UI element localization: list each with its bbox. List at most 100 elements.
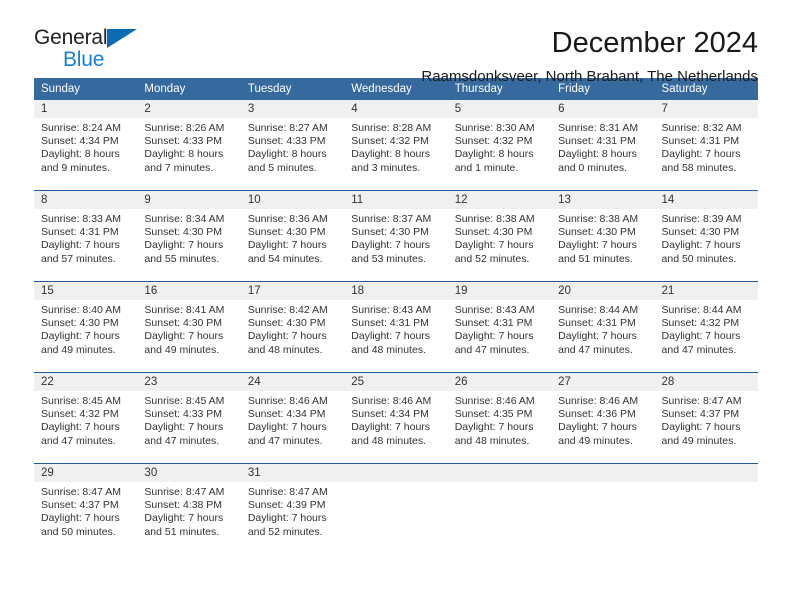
calendar-day[interactable]: 14 Sunrise: 8:39 AM Sunset: 4:30 PM Dayligh… xyxy=(654,191,758,281)
daylight-text-line2: and 50 minutes. xyxy=(661,252,737,265)
calendar-day[interactable]: 22 Sunrise: 8:45 AM Sunset: 4:32 PM Dayligh… xyxy=(34,373,138,463)
daylight-text-line1: Daylight: 8 hours xyxy=(41,148,120,161)
sunset-text: Sunset: 4:30 PM xyxy=(247,317,326,330)
calendar-cell xyxy=(447,463,552,554)
sunset-text: Sunset: 4:34 PM xyxy=(41,135,119,148)
day-sun-info: Sunrise: 8:36 AM Sunset: 4:30 PM Daylight:… xyxy=(241,209,344,266)
sunrise-text: Sunrise: 8:46 AM xyxy=(247,395,328,407)
day-sun-info xyxy=(448,482,551,486)
calendar-cell: 24 Sunrise: 8:46 AM Sunset: 4:34 PM Dayligh… xyxy=(240,372,345,464)
day-sun-info: Sunrise: 8:27 AM Sunset: 4:33 PM Daylight:… xyxy=(241,118,344,175)
calendar-cell: 7 Sunrise: 8:32 AM Sunset: 4:31 PM Daylight… xyxy=(654,100,758,191)
sunset-text: Sunset: 4:30 PM xyxy=(41,317,119,330)
sunset-text: Sunset: 4:32 PM xyxy=(351,135,429,148)
calendar-day[interactable]: 10 Sunrise: 8:36 AM Sunset: 4:30 PM Dayligh… xyxy=(240,191,345,281)
day-sun-info: Sunrise: 8:47 AM Sunset: 4:39 PM Daylight:… xyxy=(241,482,344,539)
day-number: 25 xyxy=(344,373,448,391)
daylight-text-line1: Daylight: 7 hours xyxy=(558,330,637,343)
calendar-day[interactable]: 18 Sunrise: 8:43 AM Sunset: 4:31 PM Dayligh… xyxy=(344,282,448,372)
sunrise-text: Sunrise: 8:45 AM xyxy=(144,395,225,407)
calendar-day[interactable]: 1 Sunrise: 8:24 AM Sunset: 4:34 PM Daylight… xyxy=(34,100,138,190)
sunset-text: Sunset: 4:33 PM xyxy=(144,135,223,148)
sunset-text: Sunset: 4:32 PM xyxy=(41,408,119,421)
day-number: 24 xyxy=(240,373,345,391)
day-sun-info: Sunrise: 8:47 AM Sunset: 4:37 PM Daylight:… xyxy=(34,482,137,539)
daylight-text-line2: and 52 minutes. xyxy=(454,252,530,265)
daylight-text-line1: Daylight: 7 hours xyxy=(247,421,327,434)
calendar-day[interactable]: 28 Sunrise: 8:47 AM Sunset: 4:37 PM Dayligh… xyxy=(654,373,758,463)
calendar-day[interactable]: 11 Sunrise: 8:37 AM Sunset: 4:30 PM Dayligh… xyxy=(344,191,448,281)
daylight-text-line1: Daylight: 7 hours xyxy=(558,239,637,252)
day-number: 11 xyxy=(344,191,448,209)
daylight-text-line2: and 50 minutes. xyxy=(41,525,116,538)
sunset-text: Sunset: 4:31 PM xyxy=(661,135,740,148)
calendar-day[interactable]: 7 Sunrise: 8:32 AM Sunset: 4:31 PM Daylight… xyxy=(654,100,758,190)
day-number: 17 xyxy=(240,282,345,300)
day-sun-info: Sunrise: 8:43 AM Sunset: 4:31 PM Daylight:… xyxy=(448,300,551,357)
calendar-day[interactable]: 19 Sunrise: 8:43 AM Sunset: 4:31 PM Dayligh… xyxy=(447,282,552,372)
calendar-day[interactable]: 25 Sunrise: 8:46 AM Sunset: 4:34 PM Dayligh… xyxy=(344,373,448,463)
calendar-day[interactable]: 20 Sunrise: 8:44 AM Sunset: 4:31 PM Dayligh… xyxy=(551,282,655,372)
sunrise-text: Sunrise: 8:40 AM xyxy=(41,304,121,316)
daylight-text-line1: Daylight: 7 hours xyxy=(351,330,431,343)
calendar-day[interactable]: 6 Sunrise: 8:31 AM Sunset: 4:31 PM Daylight… xyxy=(551,100,655,190)
calendar-day[interactable]: 8 Sunrise: 8:33 AM Sunset: 4:31 PM Daylight… xyxy=(34,191,138,281)
calendar-week-row: 29 Sunrise: 8:47 AM Sunset: 4:37 PM Dayligh… xyxy=(34,463,758,554)
calendar-cell: 25 Sunrise: 8:46 AM Sunset: 4:34 PM Dayligh… xyxy=(344,372,448,464)
day-sun-info: Sunrise: 8:44 AM Sunset: 4:32 PM Daylight:… xyxy=(655,300,758,357)
day-sun-info: Sunrise: 8:43 AM Sunset: 4:31 PM Daylight:… xyxy=(344,300,447,357)
day-sun-info xyxy=(551,482,654,486)
day-number: 8 xyxy=(34,191,138,209)
calendar-cell: 6 Sunrise: 8:31 AM Sunset: 4:31 PM Daylight… xyxy=(551,100,655,191)
day-number: 15 xyxy=(34,282,138,300)
calendar-day[interactable]: 31 Sunrise: 8:47 AM Sunset: 4:39 PM Dayligh… xyxy=(240,464,345,554)
day-number: 14 xyxy=(654,191,758,209)
sunrise-text: Sunrise: 8:42 AM xyxy=(247,304,328,316)
sunrise-text: Sunrise: 8:44 AM xyxy=(661,304,742,316)
calendar-cell: 17 Sunrise: 8:42 AM Sunset: 4:30 PM Dayligh… xyxy=(240,281,345,373)
daylight-text-line2: and 47 minutes. xyxy=(41,434,116,447)
sunset-text: Sunset: 4:34 PM xyxy=(351,408,429,421)
calendar-day[interactable]: 9 Sunrise: 8:34 AM Sunset: 4:30 PM Daylight… xyxy=(137,191,241,281)
general-blue-logo[interactable]: General Blue xyxy=(34,26,154,76)
day-number: 21 xyxy=(654,282,758,300)
calendar-day[interactable]: 13 Sunrise: 8:38 AM Sunset: 4:30 PM Dayligh… xyxy=(551,191,655,281)
sunset-text: Sunset: 4:32 PM xyxy=(454,135,533,148)
page-title: December 2024 xyxy=(551,27,758,59)
calendar-day[interactable]: 26 Sunrise: 8:46 AM Sunset: 4:35 PM Dayligh… xyxy=(447,373,552,463)
day-sun-info: Sunrise: 8:33 AM Sunset: 4:31 PM Daylight:… xyxy=(34,209,137,266)
daylight-text-line2: and 49 minutes. xyxy=(558,434,633,447)
daylight-text-line1: Daylight: 7 hours xyxy=(454,330,534,343)
day-sun-info: Sunrise: 8:32 AM Sunset: 4:31 PM Daylight:… xyxy=(655,118,758,175)
calendar-day[interactable]: 3 Sunrise: 8:27 AM Sunset: 4:33 PM Daylight… xyxy=(240,100,345,190)
daylight-text-line1: Daylight: 7 hours xyxy=(144,330,224,343)
day-sun-info: Sunrise: 8:46 AM Sunset: 4:34 PM Daylight:… xyxy=(241,391,344,448)
calendar-day[interactable]: 27 Sunrise: 8:46 AM Sunset: 4:36 PM Dayligh… xyxy=(551,373,655,463)
calendar-cell: 1 Sunrise: 8:24 AM Sunset: 4:34 PM Daylight… xyxy=(34,100,138,191)
calendar-day[interactable]: 5 Sunrise: 8:30 AM Sunset: 4:32 PM Daylight… xyxy=(447,100,552,190)
calendar-day[interactable]: 4 Sunrise: 8:28 AM Sunset: 4:32 PM Daylight… xyxy=(344,100,448,190)
calendar-day[interactable]: 30 Sunrise: 8:47 AM Sunset: 4:38 PM Dayligh… xyxy=(137,464,241,554)
calendar-cell: 2 Sunrise: 8:26 AM Sunset: 4:33 PM Daylight… xyxy=(137,100,241,191)
daylight-text-line2: and 51 minutes. xyxy=(558,252,633,265)
daylight-text-line1: Daylight: 8 hours xyxy=(247,148,327,161)
calendar-day[interactable]: 21 Sunrise: 8:44 AM Sunset: 4:32 PM Dayligh… xyxy=(654,282,758,372)
calendar-day[interactable]: 2 Sunrise: 8:26 AM Sunset: 4:33 PM Daylight… xyxy=(137,100,241,190)
calendar-day-empty xyxy=(654,464,758,554)
daylight-text-line1: Daylight: 7 hours xyxy=(247,330,327,343)
daylight-text-line1: Daylight: 7 hours xyxy=(661,421,741,434)
calendar-day[interactable]: 23 Sunrise: 8:45 AM Sunset: 4:33 PM Dayligh… xyxy=(137,373,241,463)
calendar-day[interactable]: 24 Sunrise: 8:46 AM Sunset: 4:34 PM Dayligh… xyxy=(240,373,345,463)
day-number: 12 xyxy=(447,191,552,209)
day-number: 4 xyxy=(344,100,448,118)
daylight-text-line1: Daylight: 7 hours xyxy=(454,421,534,434)
calendar-day[interactable]: 15 Sunrise: 8:40 AM Sunset: 4:30 PM Dayligh… xyxy=(34,282,138,372)
calendar-day[interactable]: 29 Sunrise: 8:47 AM Sunset: 4:37 PM Dayligh… xyxy=(34,464,138,554)
sunrise-text: Sunrise: 8:34 AM xyxy=(144,213,225,225)
calendar-day[interactable]: 16 Sunrise: 8:41 AM Sunset: 4:30 PM Dayligh… xyxy=(137,282,241,372)
sunset-text: Sunset: 4:34 PM xyxy=(247,408,326,421)
daylight-text-line1: Daylight: 7 hours xyxy=(661,330,741,343)
calendar-day[interactable]: 17 Sunrise: 8:42 AM Sunset: 4:30 PM Dayligh… xyxy=(240,282,345,372)
daylight-text-line2: and 58 minutes. xyxy=(661,161,737,174)
calendar-day[interactable]: 12 Sunrise: 8:38 AM Sunset: 4:30 PM Dayligh… xyxy=(447,191,552,281)
